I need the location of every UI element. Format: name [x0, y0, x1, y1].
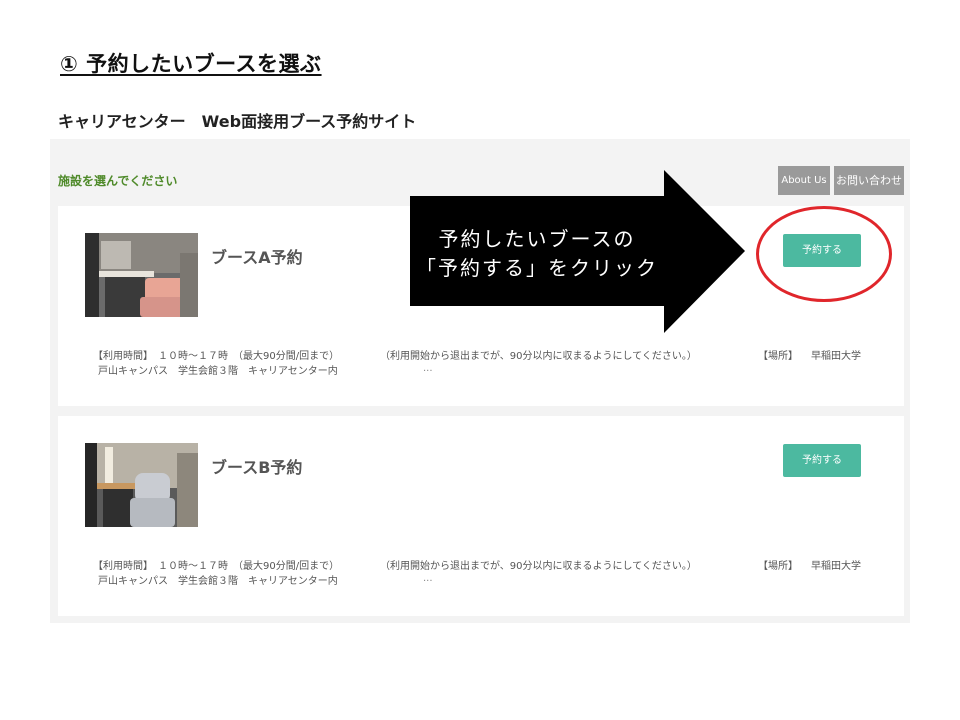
booth-b-campus: 戸山キャンパス 学生会館３階 キャリアセンター内: [98, 576, 338, 587]
booth-b-place-label: 【場所】: [758, 561, 798, 572]
booth-a-note: （利用開始から退出までが、90分以内に収まるようにしてください。）: [380, 351, 697, 362]
booth-b-hours: 【利用時間】 １０時～１７時 （最大90分間/回まで）: [93, 561, 340, 572]
booth-a-campus: 戸山キャンパス 学生会館３階 キャリアセンター内: [98, 366, 338, 377]
booth-a-hours: 【利用時間】 １０時～１７時 （最大90分間/回まで）: [93, 351, 340, 362]
highlight-circle: [756, 206, 892, 302]
step-title: ① 予約したいブースを選ぶ: [60, 52, 322, 76]
about-us-button[interactable]: About Us: [778, 166, 830, 195]
select-facility-label: 施設を選んでください: [58, 174, 178, 188]
callout-text-line2: 「予約する」をクリック: [416, 256, 658, 280]
booth-b-note: （利用開始から退出までが、90分以内に収まるようにしてください。）: [380, 561, 697, 572]
site-title: キャリアセンター Web面接用ブース予約サイト: [58, 112, 417, 131]
reserve-button-booth-b[interactable]: 予約する: [783, 444, 861, 477]
booth-b-place: 早稲田大学: [811, 561, 861, 572]
booth-a-more[interactable]: ...: [423, 363, 433, 374]
booth-a-name: ブースA予約: [211, 248, 303, 267]
contact-button[interactable]: お問い合わせ: [834, 166, 904, 195]
booth-card-b: ブースB予約 予約する 【利用時間】 １０時～１７時 （最大90分間/回まで） …: [58, 416, 904, 616]
booth-a-place-label: 【場所】: [758, 351, 798, 362]
booth-b-more[interactable]: ...: [423, 573, 433, 584]
callout-text-line1: 予約したいブースの: [438, 227, 636, 251]
booth-b-name: ブースB予約: [211, 458, 303, 477]
booth-a-photo: [85, 233, 198, 317]
booth-a-place: 早稲田大学: [811, 351, 861, 362]
booth-b-photo: [85, 443, 198, 527]
